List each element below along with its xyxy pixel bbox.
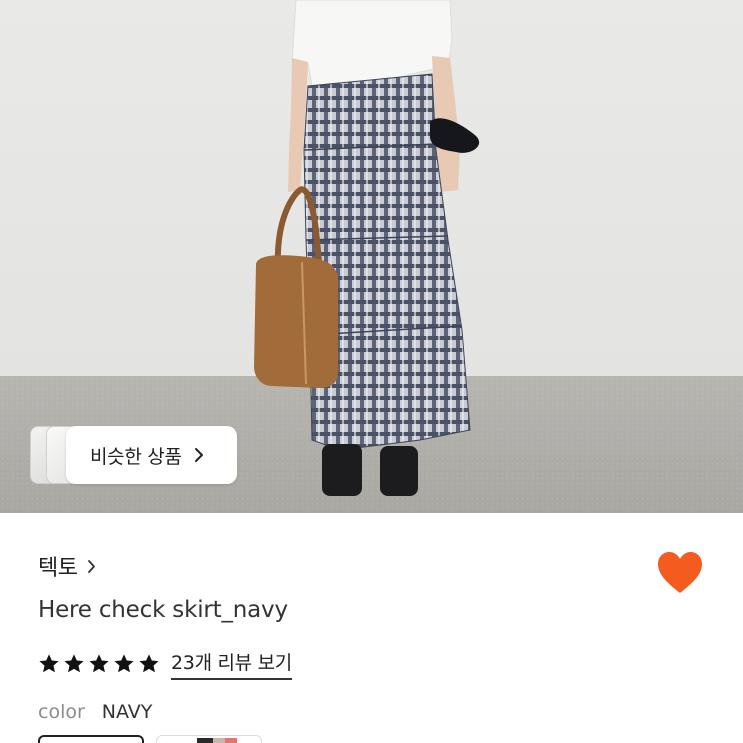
color-label: color (38, 701, 85, 723)
chevron-right-icon (88, 559, 96, 573)
color-value: NAVY (101, 701, 153, 723)
similar-products-label: 비슷한 상품 (90, 445, 182, 468)
rating-row: 23개 리뷰 보기 (38, 648, 292, 680)
color-row: color NAVY (38, 701, 152, 723)
chevron-right-icon (194, 448, 203, 462)
star-icon (64, 654, 84, 673)
heart-icon[interactable] (656, 551, 704, 595)
reviews-link[interactable]: 23개 리뷰 보기 (171, 648, 292, 680)
star-icon (114, 654, 134, 673)
product-image[interactable]: 비슷한 상품 (0, 0, 743, 513)
product-title: Here check skirt_navy (38, 597, 288, 623)
rating-stars (38, 653, 160, 675)
color-swatch-selected[interactable] (38, 735, 144, 743)
right-boot (380, 446, 418, 496)
white-top (291, 0, 453, 87)
star-icon (39, 654, 59, 673)
star-icon (89, 654, 109, 673)
similar-products-button[interactable]: 비슷한 상품 (66, 426, 237, 484)
brand-name: 텍토 (38, 556, 78, 581)
color-swatch[interactable] (156, 735, 262, 743)
star-icon (139, 654, 159, 673)
left-boot (322, 444, 362, 496)
bag (254, 255, 338, 388)
brand-link[interactable]: 텍토 (38, 550, 96, 582)
